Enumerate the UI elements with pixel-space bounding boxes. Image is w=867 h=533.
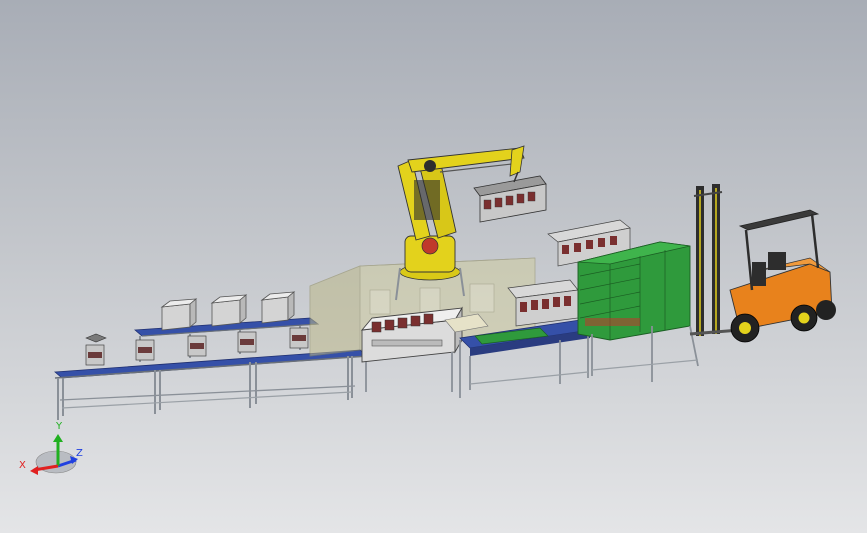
case-stack-left <box>507 279 579 327</box>
carton-box <box>260 291 296 324</box>
z-axis-label: Z <box>76 448 83 459</box>
product-pack <box>85 344 105 366</box>
coordinate-triad <box>30 434 78 475</box>
y-axis-label: Y <box>56 421 63 432</box>
x-axis-label: X <box>19 460 26 471</box>
cad-viewport[interactable]: X Y Z <box>0 0 867 533</box>
product-pack <box>237 331 257 353</box>
carton-box <box>210 294 248 327</box>
assembly-scene <box>30 145 836 475</box>
carton-box <box>160 298 198 331</box>
product-pack <box>187 335 207 357</box>
product-pack <box>289 327 309 349</box>
product-pack <box>135 339 155 361</box>
pallet-rack <box>577 241 699 382</box>
forklift <box>689 184 836 343</box>
robot-gripper <box>473 171 547 223</box>
